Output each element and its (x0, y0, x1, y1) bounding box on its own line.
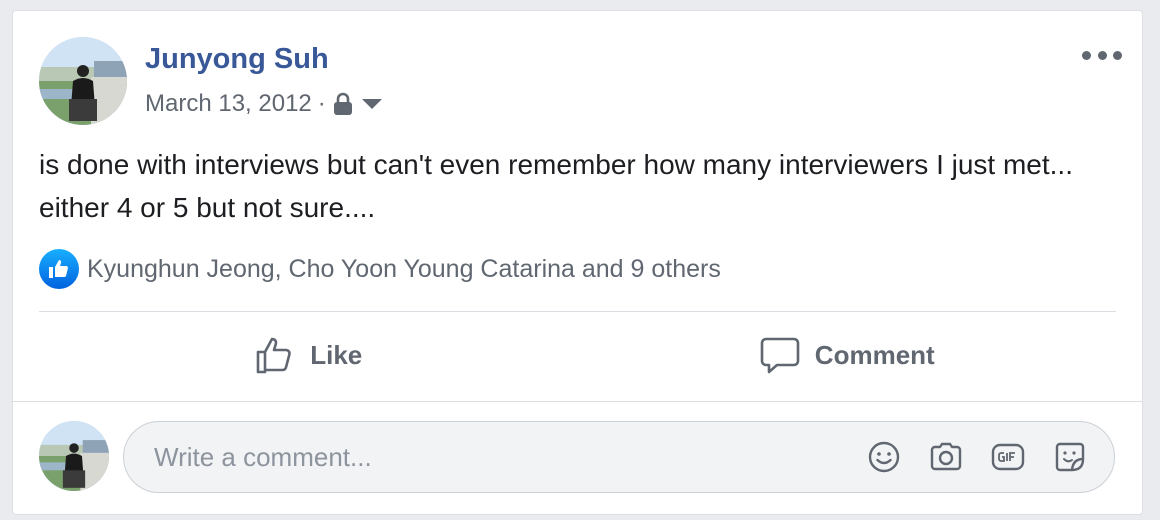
divider (39, 311, 1116, 312)
like-label: Like (310, 339, 363, 370)
chevron-down-icon (361, 99, 382, 109)
more-options-button[interactable] (1082, 45, 1122, 65)
more-dot-icon (1097, 50, 1107, 60)
author-avatar[interactable] (39, 37, 127, 125)
current-user-avatar[interactable] (39, 421, 109, 491)
post-card: Junyong Suh March 13, 2012 · is done wit… (12, 10, 1143, 515)
thumbs-up-outline-icon (256, 337, 292, 374)
meta-separator: · (317, 90, 326, 117)
avatar-photo (39, 421, 109, 491)
camera-icon (930, 442, 962, 471)
privacy-selector[interactable] (332, 92, 382, 116)
more-dot-icon (1113, 50, 1122, 60)
gif-icon (991, 443, 1025, 471)
post-actions: Like Comment (39, 317, 1116, 393)
emoji-icon (868, 441, 900, 473)
sticker-icon (1055, 442, 1085, 472)
avatar-photo (39, 37, 127, 125)
photo-button[interactable] (926, 437, 966, 477)
more-dot-icon (1082, 50, 1091, 60)
post-text: is done with interviews but can't even r… (39, 149, 1073, 223)
comment-composer (123, 421, 1115, 493)
comment-tools (842, 437, 1090, 477)
emoji-button[interactable] (864, 437, 904, 477)
sticker-button[interactable] (1050, 437, 1090, 477)
comment-label: Comment (814, 339, 935, 370)
post-meta: March 13, 2012 · (145, 89, 382, 119)
gif-button[interactable] (988, 437, 1028, 477)
thumbs-up-icon (49, 260, 68, 278)
comment-bubble-icon (760, 337, 800, 374)
like-reaction-icon (39, 249, 79, 289)
reactions-names: Kyunghun Jeong, Cho Yoon Young Catarina … (87, 254, 721, 283)
comment-button[interactable]: Comment (578, 317, 1117, 393)
lock-icon (333, 92, 352, 115)
like-button[interactable]: Like (39, 317, 578, 393)
reactions-summary[interactable]: Kyunghun Jeong, Cho Yoon Young Catarina … (39, 249, 721, 289)
comment-input[interactable] (152, 436, 842, 478)
divider (13, 401, 1142, 402)
author-name-link[interactable]: Junyong Suh (145, 43, 329, 76)
post-date-link[interactable]: March 13, 2012 (145, 90, 312, 118)
